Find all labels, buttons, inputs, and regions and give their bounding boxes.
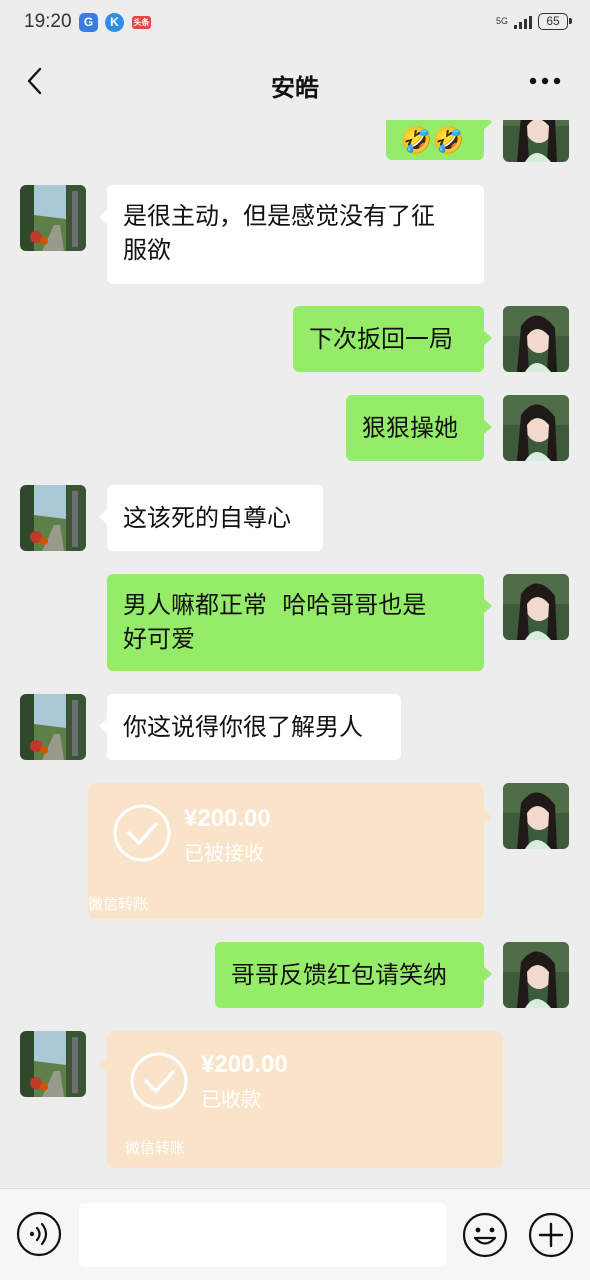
chat-title: 安皓 xyxy=(271,74,319,102)
message-text-line: 好可爱 xyxy=(123,625,195,653)
avatar[interactable] xyxy=(503,942,569,1008)
message-bubble-sent[interactable]: 狠狠操她 xyxy=(346,395,492,461)
message-bubble-received[interactable]: 这该死的自尊心 xyxy=(99,485,323,551)
plus-icon[interactable] xyxy=(527,1211,575,1259)
message-text: 下次扳回一局 xyxy=(309,325,453,353)
transfer-footer: 微信转账 xyxy=(88,895,149,913)
status-time: 19:20 xyxy=(24,11,72,32)
app-notification-icon: 头条 xyxy=(132,16,151,29)
app-notification-icon: K xyxy=(105,13,124,32)
transfer-status: 已收款 xyxy=(201,1087,261,1111)
chat-header: 安皓 xyxy=(0,46,590,120)
avatar[interactable] xyxy=(20,1031,86,1097)
transfer-card-sent[interactable]: ¥200.00 已被接收 微信转账 xyxy=(88,783,492,919)
transfer-amount: ¥200.00 xyxy=(184,805,271,832)
avatar[interactable] xyxy=(20,485,86,551)
status-right: 5G 65 xyxy=(495,13,572,30)
transfer-status: 已被接收 xyxy=(184,841,264,865)
more-dots-icon[interactable] xyxy=(528,76,562,86)
transfer-card-received[interactable]: ¥200.00 已收款 微信转账 xyxy=(99,1031,503,1168)
battery-icon: 65 xyxy=(538,13,572,30)
message-text: 哥哥反馈红包请笑纳 xyxy=(231,961,447,989)
transfer-amount: ¥200.00 xyxy=(201,1051,288,1078)
voice-icon[interactable] xyxy=(16,1211,62,1257)
signal-icon xyxy=(514,15,532,29)
avatar[interactable] xyxy=(503,395,569,461)
avatar[interactable] xyxy=(20,694,86,760)
message-bubble-sent[interactable]: 下次扳回一局 xyxy=(293,306,492,372)
avatar[interactable] xyxy=(503,574,569,640)
avatar[interactable] xyxy=(503,306,569,372)
app-notification-icon: G xyxy=(79,13,98,32)
message-text: 狠狠操她 xyxy=(362,414,458,442)
status-bar: 19:20 G K 头条 5G 65 xyxy=(0,0,590,46)
message-bubble-sent[interactable]: 🤣🤣 xyxy=(386,120,492,160)
message-text: 这该死的自尊心 xyxy=(123,504,291,532)
input-bar xyxy=(0,1188,590,1280)
emoji-icon[interactable] xyxy=(461,1211,509,1259)
avatar[interactable] xyxy=(503,120,569,162)
message-bubble-received[interactable]: 你这说得你很了解男人 xyxy=(99,694,401,760)
check-circle-icon xyxy=(113,804,171,862)
message-bubble-received[interactable]: 是很主动，但是感觉没有了征 服欲 xyxy=(99,185,484,284)
avatar[interactable] xyxy=(20,185,86,251)
message-input[interactable] xyxy=(79,1203,446,1267)
message-bubble-sent[interactable]: 哥哥反馈红包请笑纳 xyxy=(215,942,492,1008)
message-text-line: 服欲 xyxy=(123,236,171,264)
network-type: 5G xyxy=(495,16,508,26)
check-circle-icon xyxy=(130,1052,188,1110)
message-text: 🤣🤣 xyxy=(400,126,465,156)
avatar[interactable] xyxy=(503,783,569,849)
message-text-line: 男人嘛都正常 哈哈哥哥也是 xyxy=(123,591,427,619)
message-list[interactable]: 🤣🤣 是很主动，但是感觉没有了征 服欲 下次扳回一局 狠狠操她 这该死的自尊心 … xyxy=(0,120,590,1188)
message-bubble-sent[interactable]: 男人嘛都正常 哈哈哥哥也是 好可爱 xyxy=(107,574,492,671)
message-text: 你这说得你很了解男人 xyxy=(123,713,363,741)
transfer-footer: 微信转账 xyxy=(125,1139,186,1157)
message-text-line: 是很主动，但是感觉没有了征 xyxy=(123,202,435,230)
